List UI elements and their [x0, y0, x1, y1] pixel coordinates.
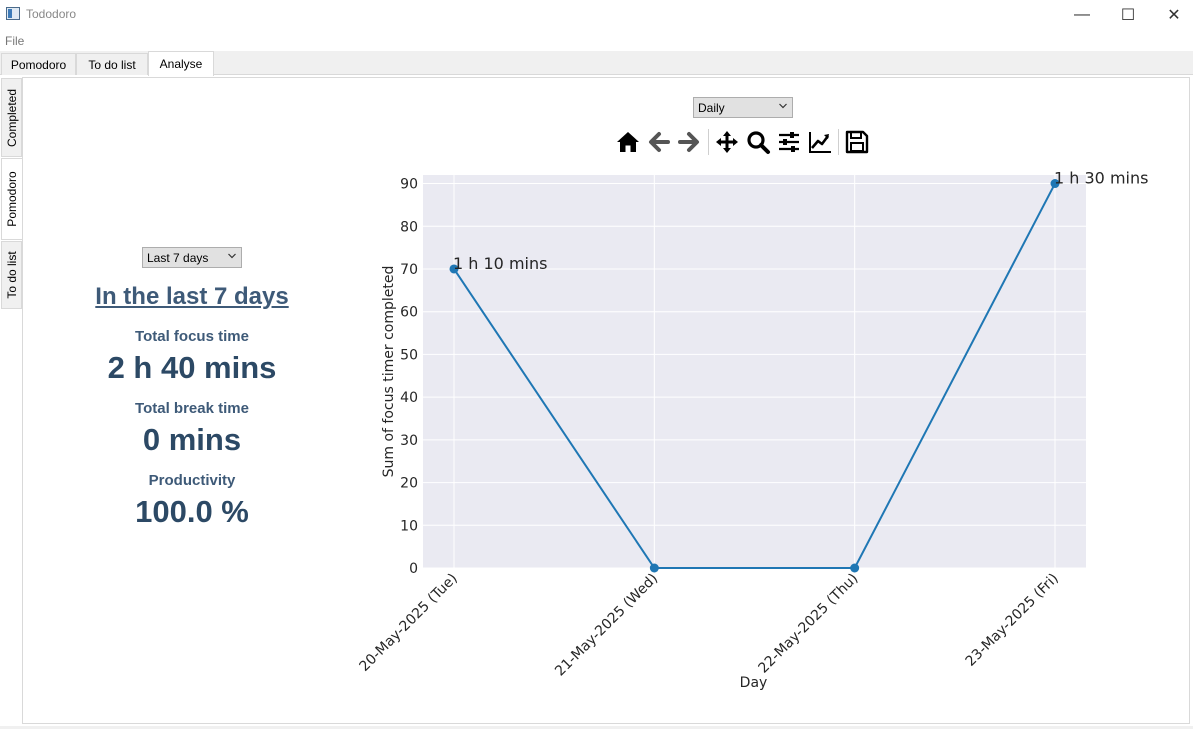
data-label: 1 h 10 mins [453, 254, 547, 273]
y-tick-label: 10 [400, 518, 418, 534]
y-tick-label: 80 [400, 219, 418, 235]
y-tick-label: 70 [400, 262, 418, 278]
x-tick-label: 20-May-2025 (Tue) [357, 571, 461, 675]
x-axis-label: Day [740, 675, 768, 691]
y-tick-label: 40 [400, 390, 418, 406]
data-label: 1 h 30 mins [1054, 169, 1148, 188]
data-point [850, 563, 860, 573]
data-point [649, 563, 659, 573]
x-tick-label: 23-May-2025 (Fri) [963, 571, 1062, 670]
y-tick-label: 30 [400, 433, 418, 449]
y-tick-label: 60 [400, 305, 418, 321]
y-tick-label: 50 [400, 347, 418, 363]
y-tick-label: 20 [400, 476, 418, 492]
focus-time-chart: 0 10 20 30 40 50 60 70 80 90 20-May-2025 (Tue) 21-… [357, 169, 1149, 691]
y-axis-ticks: 0 10 20 30 40 50 60 70 80 90 [400, 177, 418, 577]
x-axis-ticks: 20-May-2025 (Tue) 21-May-2025 (Wed) 22-May… [357, 571, 1062, 680]
y-tick-label: 90 [400, 177, 418, 193]
y-tick-label: 0 [409, 561, 418, 577]
x-tick-label: 22-May-2025 (Thu) [755, 571, 861, 677]
y-axis-label: Sum of focus timer completed [381, 266, 397, 478]
x-tick-label: 21-May-2025 (Wed) [552, 571, 661, 680]
